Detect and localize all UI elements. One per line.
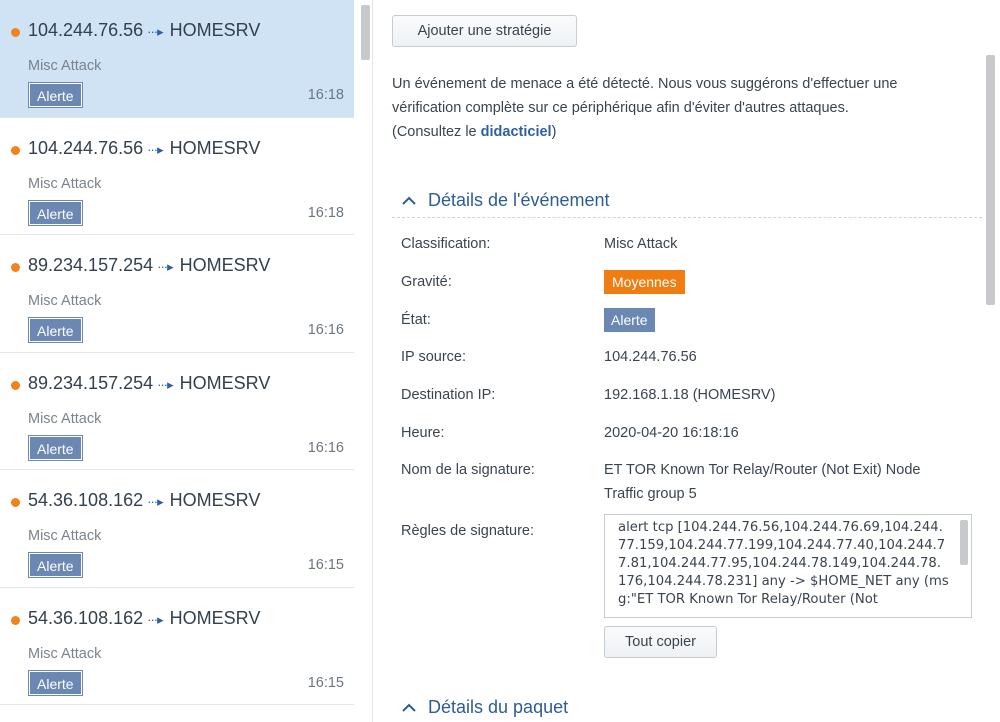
event-type: Misc Attack <box>28 528 102 544</box>
signature-rules-scrollbar[interactable] <box>960 520 968 565</box>
event-title: 54.36.108.162 ···▸ HOMESRV <box>28 607 261 628</box>
event-title: 104.244.76.56 ···▸ HOMESRV <box>28 137 261 158</box>
arrow-right-icon: ···▸ <box>147 494 163 509</box>
event-title: 89.234.157.254 ···▸ HOMESRV <box>28 372 271 393</box>
event-time: 16:16 <box>307 322 344 338</box>
event-type: Misc Attack <box>28 645 102 662</box>
packet-details-section-header[interactable]: Détails du paquet <box>402 697 568 718</box>
event-item[interactable]: 54.36.108.162 ···▸ HOMESRV Misc Attack Al… <box>0 470 354 588</box>
event-item[interactable]: 89.234.157.254 ···▸ HOMESRV Misc Attack A… <box>0 352 354 470</box>
classification-value: Misc Attack <box>604 236 678 252</box>
arrow-right-icon: ···▸ <box>157 376 173 392</box>
event-item[interactable]: 104.244.76.56 ···▸ HOMESRV Misc Attack Al… <box>0 117 354 235</box>
event-type: Misc Attack <box>28 175 102 192</box>
signature-rules-label: Règles de signature: <box>401 523 534 539</box>
source-ip-value: 104.244.76.56 <box>604 349 697 365</box>
event-title: 104.244.76.56 ···▸ HOMESRV <box>28 20 261 40</box>
destination-ip-label: Destination IP: <box>401 387 496 403</box>
severity-dot-icon <box>11 263 20 272</box>
signature-rules-text: alert tcp [104.244.76.56,104.244.76.69,1… <box>618 520 949 607</box>
time-label: Heure: <box>401 425 445 441</box>
signature-rules-textarea[interactable]: alert tcp [104.244.76.56,104.244.76.69,1… <box>604 514 972 618</box>
event-time: 16:18 <box>307 87 344 103</box>
event-type: Misc Attack <box>28 58 102 74</box>
event-time: 16:16 <box>307 439 344 456</box>
severity-label: Gravité: <box>401 274 452 290</box>
severity-dot-icon <box>11 380 20 390</box>
severity-dot-icon <box>11 145 20 155</box>
event-details-section-header[interactable]: Détails de l'événement <box>402 190 610 211</box>
event-title: 89.234.157.254 ···▸ HOMESRV <box>28 255 271 275</box>
arrow-right-icon: ···▸ <box>147 611 163 627</box>
chevron-up-icon <box>402 193 416 210</box>
event-time: 16:15 <box>307 674 344 691</box>
tutorial-link[interactable]: didacticiel <box>481 124 552 140</box>
status-badge: Alerte <box>28 82 83 108</box>
event-detail-panel: Ajouter une stratégie Un événement de me… <box>374 0 1000 722</box>
event-time: 16:18 <box>307 204 344 221</box>
classification-label: Classification: <box>401 236 491 252</box>
event-type: Misc Attack <box>28 410 102 427</box>
severity-dot-icon <box>11 615 20 625</box>
destination-ip-value: 192.168.1.18 (HOMESRV) <box>604 387 776 403</box>
event-title: 54.36.108.162 ···▸ HOMESRV <box>28 490 261 510</box>
time-value: 2020-04-20 16:18:16 <box>604 425 739 441</box>
signature-name-label: Nom de la signature: <box>401 462 535 478</box>
severity-badge: Moyennes <box>604 270 685 294</box>
event-type: Misc Attack <box>28 293 102 309</box>
status-badge: Alerte <box>28 317 83 343</box>
signature-name-value: ET TOR Known Tor Relay/Router (Not Exit)… <box>604 462 921 502</box>
event-list-items: 104.244.76.56 ···▸ HOMESRV Misc Attack Al… <box>0 0 354 705</box>
status-badge: Alerte <box>28 552 83 578</box>
severity-dot-icon <box>11 28 20 37</box>
state-badge: Alerte <box>604 308 655 332</box>
status-badge: Alerte <box>28 199 83 226</box>
arrow-right-icon: ···▸ <box>157 259 173 274</box>
source-ip-label: IP source: <box>401 349 467 365</box>
status-badge: Alerte <box>28 434 83 461</box>
arrow-right-icon: ···▸ <box>147 24 163 39</box>
event-item[interactable]: 89.234.157.254 ···▸ HOMESRV Misc Attack A… <box>0 235 354 353</box>
detail-panel-scrollbar[interactable] <box>986 55 995 305</box>
event-item[interactable]: 104.244.76.56 ···▸ HOMESRV Misc Attack Al… <box>0 0 354 118</box>
event-list: 104.244.76.56 ···▸ HOMESRV Misc Attack Al… <box>0 0 373 722</box>
event-time: 16:15 <box>307 557 344 573</box>
chevron-up-icon <box>402 700 416 717</box>
status-badge: Alerte <box>28 669 83 696</box>
severity-dot-icon <box>11 498 20 507</box>
add-strategy-button[interactable]: Ajouter une stratégie <box>392 15 577 47</box>
event-list-scrollbar[interactable] <box>361 5 370 60</box>
section-divider <box>392 217 982 218</box>
state-label: État: <box>401 312 431 328</box>
copy-all-button[interactable]: Tout copier <box>604 626 717 658</box>
arrow-right-icon: ···▸ <box>147 141 163 157</box>
threat-intro-text: Un événement de menace a été détecté. No… <box>392 76 898 140</box>
event-item[interactable]: 54.36.108.162 ···▸ HOMESRV Misc Attack Al… <box>0 587 354 705</box>
